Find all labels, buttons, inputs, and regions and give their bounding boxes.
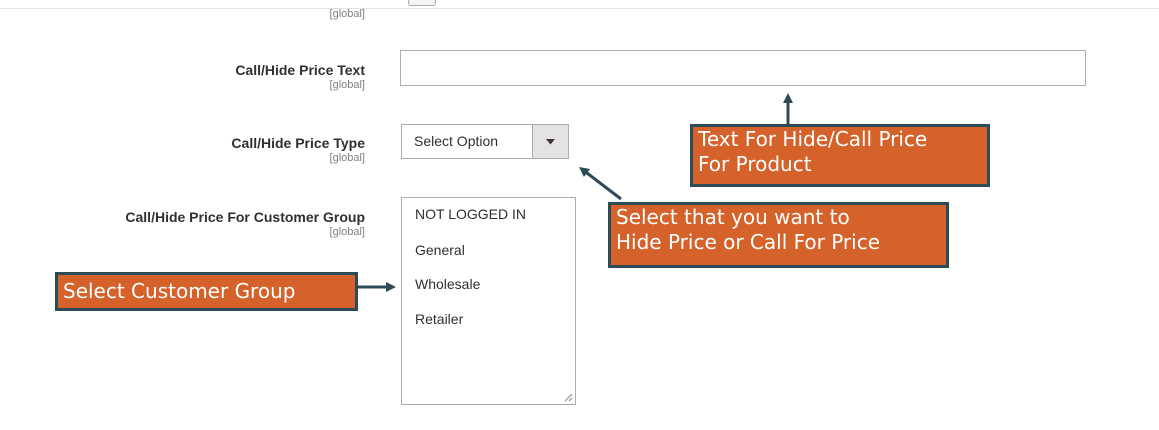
callout-price-type: Select that you want to Hide Price or Ca… xyxy=(608,202,949,268)
callout-text-field-line-1: Text For Hide/Call Price xyxy=(698,127,928,151)
callout-text-field-line-2: For Product xyxy=(698,152,812,176)
callout-customer-group: Select Customer Group xyxy=(55,272,358,311)
price-type-arrow xyxy=(579,166,622,201)
callout-text-field: Text For Hide/Call Price For Product xyxy=(690,124,990,187)
callout-price-type-line-1: Select that you want to xyxy=(616,205,850,229)
callout-price-type-line-2: Hide Price or Call For Price xyxy=(616,230,881,254)
callout-customer-group-line-1: Select Customer Group xyxy=(63,279,296,303)
annotation-arrows xyxy=(358,93,793,292)
